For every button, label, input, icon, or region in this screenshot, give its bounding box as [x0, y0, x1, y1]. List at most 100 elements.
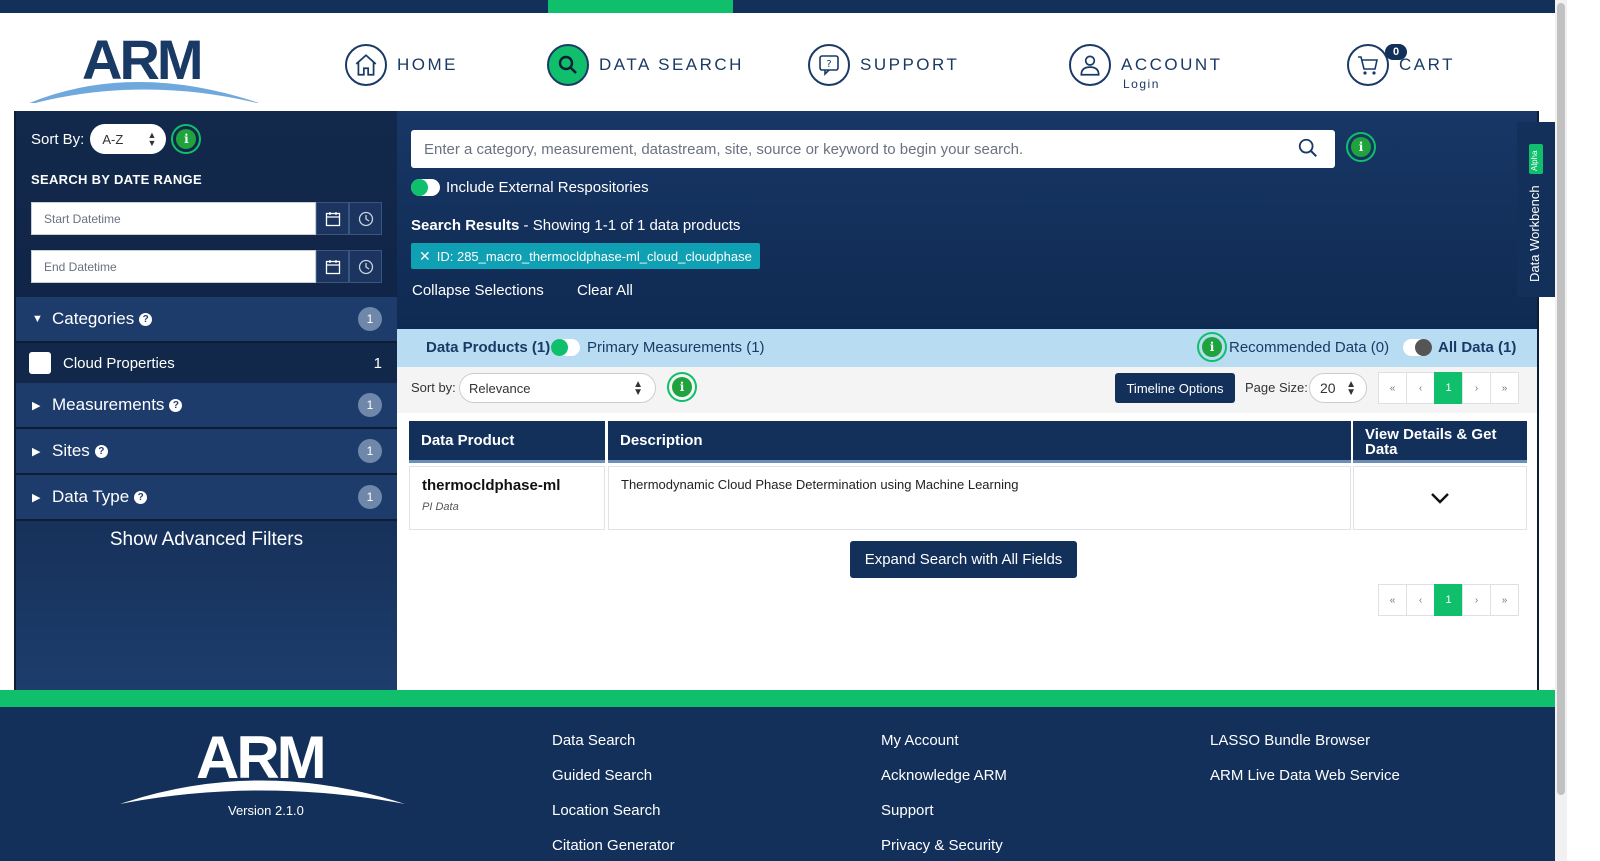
close-icon[interactable]: ✕	[419, 248, 431, 265]
calendar-icon[interactable]	[316, 250, 349, 283]
collapse-selections-link[interactable]: Collapse Selections	[412, 282, 544, 299]
include-external-toggle[interactable]	[411, 179, 440, 196]
facet-categories[interactable]: ▼ Categories ? 1	[16, 297, 397, 343]
first-page-button[interactable]: «	[1378, 584, 1407, 616]
tab-all-data[interactable]: All Data (1)	[1438, 339, 1516, 356]
facet-data-type[interactable]: ▶ Data Type ? 1	[16, 475, 397, 521]
nav-cart[interactable]: 0 CART	[1347, 43, 1455, 87]
help-icon[interactable]: ?	[94, 444, 108, 458]
page-1-button[interactable]: 1	[1434, 584, 1463, 616]
nav-support-label: SUPPORT	[860, 55, 960, 74]
search-placeholder: Enter a category, measurement, datastrea…	[424, 140, 1024, 158]
start-date-row: Start Datetime	[31, 202, 383, 235]
data-workbench-label: Data Workbench	[1527, 185, 1542, 282]
results-tabs-bar: Data Products (1) Primary Measurements (…	[397, 329, 1537, 367]
results-sort-info-icon[interactable]: i	[667, 372, 697, 402]
tab-data-products[interactable]: Data Products (1)	[426, 339, 550, 356]
calendar-icon[interactable]	[316, 202, 349, 235]
first-page-button[interactable]: «	[1378, 372, 1407, 404]
nav-home[interactable]: HOME	[345, 43, 458, 87]
clock-icon[interactable]	[349, 250, 382, 283]
cloud-properties-label: Cloud Properties	[63, 354, 175, 372]
results-sort-label: Sort by:	[411, 380, 456, 395]
data-product-tag: PI Data	[422, 501, 459, 513]
footer-arm-logo[interactable]: ARM	[120, 722, 405, 812]
next-page-button[interactable]: ›	[1462, 372, 1491, 404]
page-size-select[interactable]: 20 ▲ ▼	[1309, 373, 1367, 403]
page-size-value: 20	[1320, 380, 1336, 396]
nav-data-search[interactable]: DATA SEARCH	[547, 43, 744, 87]
scrollbar-thumb[interactable]	[1557, 3, 1565, 795]
tab-primary-measurements[interactable]: Primary Measurements (1)	[587, 339, 765, 356]
search-panel: Enter a category, measurement, datastrea…	[397, 111, 1537, 329]
facet-data-type-count: 1	[358, 485, 382, 509]
clock-icon[interactable]	[349, 202, 382, 235]
nav-account-label: ACCOUNT	[1121, 55, 1223, 74]
prev-page-button[interactable]: ‹	[1406, 584, 1435, 616]
search-results-summary: Search Results - Showing 1-1 of 1 data p…	[411, 217, 740, 234]
nav-support[interactable]: ? SUPPORT	[808, 43, 959, 87]
prev-page-button[interactable]: ‹	[1406, 372, 1435, 404]
footer-link-citation-generator[interactable]: Citation Generator	[552, 837, 675, 861]
tab-recommended-data[interactable]: Recommended Data (0)	[1229, 339, 1389, 356]
footer-link-lasso-bundle-browser[interactable]: LASSO Bundle Browser	[1210, 732, 1400, 767]
nav-account-login[interactable]: Login	[1123, 77, 1160, 91]
sidebar-sort-info-icon[interactable]: i	[171, 124, 202, 154]
data-workbench-tab[interactable]: Alpha Data Workbench	[1517, 122, 1555, 297]
clear-all-link[interactable]: Clear All	[577, 282, 633, 299]
col-header-description[interactable]: Description	[608, 421, 1351, 463]
facet-sites-count: 1	[358, 439, 382, 463]
top-strip	[0, 0, 1555, 13]
help-icon[interactable]: ?	[169, 398, 183, 412]
help-icon[interactable]: ?	[134, 490, 148, 504]
arm-logo[interactable]: ARM	[20, 23, 265, 103]
page-scrollbar[interactable]	[1555, 0, 1567, 861]
sidebar-sort-value: A-Z	[102, 131, 124, 147]
expand-search-button[interactable]: Expand Search with All Fields	[850, 541, 1077, 578]
nav-account[interactable]: ACCOUNT Login	[1069, 43, 1223, 91]
results-sort-select[interactable]: Relevance ▲ ▼	[459, 373, 656, 403]
view-mode-toggle[interactable]	[551, 339, 580, 356]
site-header: ARM HOME DATA SEARCH ? SUPPORT ACCOUNT L…	[0, 13, 1555, 111]
facet-measurements[interactable]: ▶ Measurements ? 1	[16, 383, 397, 429]
cloud-properties-checkbox[interactable]	[29, 352, 51, 374]
site-footer: ARM Version 2.1.0 Data Search Guided Sea…	[0, 707, 1555, 861]
facet-sites-label: Sites	[52, 441, 90, 460]
footer-link-my-account[interactable]: My Account	[881, 732, 1007, 767]
facet-item-cloud-properties[interactable]: Cloud Properties 1	[16, 343, 397, 383]
facet-sites[interactable]: ▶ Sites ? 1	[16, 429, 397, 475]
show-advanced-filters-link[interactable]: Show Advanced Filters	[16, 529, 397, 551]
footer-link-guided-search[interactable]: Guided Search	[552, 767, 675, 802]
help-icon[interactable]: ?	[139, 312, 153, 326]
expand-row-button[interactable]	[1353, 466, 1527, 530]
include-external-label: Include External Respositories	[446, 179, 649, 196]
last-page-button[interactable]: »	[1490, 372, 1519, 404]
results-sort-bar: Sort by: Relevance ▲ ▼ i Timeline Options…	[397, 367, 1537, 413]
table-row-cell-description: Thermodynamic Cloud Phase Determination …	[608, 466, 1351, 530]
cloud-properties-count: 1	[373, 354, 382, 372]
footer-link-privacy-security[interactable]: Privacy & Security	[881, 837, 1007, 861]
footer-link-arm-live-data[interactable]: ARM Live Data Web Service	[1210, 767, 1400, 802]
sidebar-sort-select[interactable]: A-Z ▲ ▼	[90, 124, 167, 154]
data-product-name[interactable]: thermocldphase-ml	[422, 477, 592, 494]
data-filter-toggle[interactable]	[1403, 339, 1432, 356]
page-1-button[interactable]: 1	[1434, 372, 1463, 404]
timeline-options-button[interactable]: Timeline Options	[1115, 373, 1235, 403]
search-input[interactable]: Enter a category, measurement, datastrea…	[411, 130, 1335, 168]
date-range-title: SEARCH BY DATE RANGE	[31, 172, 202, 187]
last-page-button[interactable]: »	[1490, 584, 1519, 616]
filter-chip[interactable]: ✕ ID: 285_macro_thermocldphase-ml_cloud_…	[411, 243, 760, 269]
footer-link-support[interactable]: Support	[881, 802, 1007, 837]
search-icon[interactable]	[1297, 137, 1319, 159]
footer-link-location-search[interactable]: Location Search	[552, 802, 675, 837]
sidebar-sort-label: Sort By:	[31, 130, 85, 148]
recommended-info-icon[interactable]: i	[1197, 332, 1227, 362]
search-info-icon[interactable]: i	[1346, 132, 1376, 162]
col-header-data-product[interactable]: Data Product	[409, 421, 605, 463]
next-page-button[interactable]: ›	[1462, 584, 1491, 616]
caret-right-icon: ▶	[32, 399, 41, 412]
footer-link-acknowledge-arm[interactable]: Acknowledge ARM	[881, 767, 1007, 802]
end-datetime-input[interactable]: End Datetime	[31, 250, 316, 283]
start-datetime-input[interactable]: Start Datetime	[31, 202, 316, 235]
footer-link-data-search[interactable]: Data Search	[552, 732, 675, 767]
